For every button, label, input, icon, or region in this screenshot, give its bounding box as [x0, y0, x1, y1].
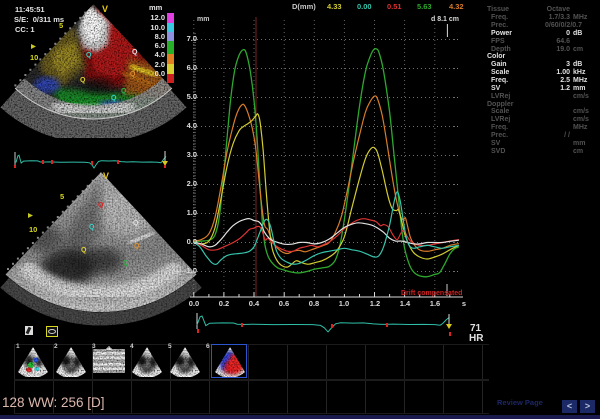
svg-text:Q: Q — [81, 247, 87, 254]
svg-text:Q: Q — [134, 243, 140, 250]
svg-text:Q: Q — [121, 88, 127, 95]
svg-text:Q: Q — [130, 71, 136, 78]
svg-text:Q: Q — [98, 202, 104, 209]
svg-text:Q: Q — [111, 95, 117, 102]
svg-text:V: V — [103, 171, 109, 181]
svg-text:Q: Q — [89, 224, 95, 231]
svg-text:Q: Q — [86, 52, 92, 59]
svg-text:Q: Q — [80, 77, 86, 84]
svg-text:Q: Q — [123, 260, 129, 267]
svg-text:Q: Q — [132, 49, 138, 56]
svg-text:Q: Q — [133, 220, 139, 227]
svg-text:V: V — [102, 4, 108, 14]
